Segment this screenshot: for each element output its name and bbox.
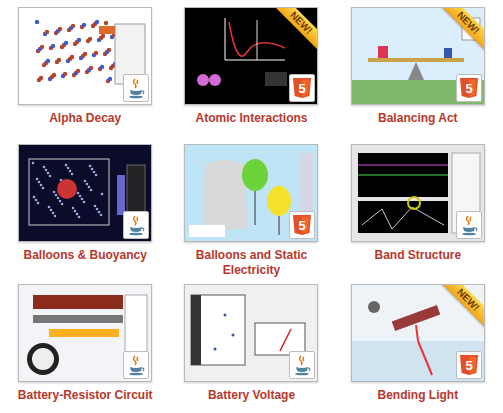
simulation-title[interactable]: Balancing Act [378, 111, 458, 126]
platform-badge: 5 [289, 74, 315, 102]
simulation-thumbnail[interactable] [18, 144, 152, 242]
java-icon [126, 214, 146, 236]
svg-text:5: 5 [299, 81, 306, 96]
svg-text:5: 5 [299, 218, 306, 233]
simulation-title[interactable]: Bending Light [377, 388, 458, 403]
platform-badge: 5 [456, 74, 482, 102]
simulation-title[interactable]: Band Structure [374, 248, 461, 263]
html5-icon: 5 [459, 354, 479, 376]
simulation-thumbnail[interactable]: NEW! 5 [351, 284, 485, 382]
simulation-card[interactable]: Balloons & Buoyancy [4, 144, 166, 278]
platform-badge [123, 351, 149, 379]
platform-badge [123, 211, 149, 239]
simulation-title[interactable]: Battery Voltage [208, 388, 295, 403]
simulation-thumbnail[interactable]: NEW! 5 [351, 7, 485, 105]
simulation-card[interactable]: NEW! 5 Balancing Act [337, 7, 499, 138]
simulation-card[interactable]: NEW! 5 Bending Light [337, 284, 499, 413]
simulation-card[interactable]: Battery Voltage [170, 284, 332, 413]
simulation-title[interactable]: Balloons and Static Electricity [180, 248, 322, 278]
java-icon [459, 214, 479, 236]
simulation-thumbnail[interactable] [18, 7, 152, 105]
svg-text:5: 5 [465, 358, 472, 373]
platform-badge [289, 351, 315, 379]
java-icon [292, 354, 312, 376]
simulation-title[interactable]: Balloons & Buoyancy [23, 248, 146, 263]
simulation-card[interactable]: 5 Balloons and Static Electricity [170, 144, 332, 278]
simulation-card[interactable]: Band Structure [337, 144, 499, 278]
html5-icon: 5 [292, 214, 312, 236]
java-icon [126, 77, 146, 99]
simulation-thumbnail[interactable] [184, 284, 318, 382]
java-icon [126, 354, 146, 376]
html5-icon: 5 [459, 77, 479, 99]
platform-badge [456, 211, 482, 239]
simulation-title[interactable]: Battery-Resistor Circuit [18, 388, 153, 403]
platform-badge: 5 [456, 351, 482, 379]
simulation-card[interactable]: Battery-Resistor Circuit [4, 284, 166, 413]
html5-icon: 5 [292, 77, 312, 99]
simulation-thumbnail[interactable]: NEW! 5 [184, 7, 318, 105]
simulation-thumbnail[interactable]: 5 [184, 144, 318, 242]
simulation-thumbnail[interactable] [18, 284, 152, 382]
platform-badge: 5 [289, 211, 315, 239]
svg-text:5: 5 [465, 81, 472, 96]
simulation-grid: Alpha Decay NEW! 5 Atomic Interactions N… [0, 0, 503, 413]
simulation-title[interactable]: Atomic Interactions [195, 111, 307, 126]
simulation-card[interactable]: Alpha Decay [4, 7, 166, 138]
simulation-card[interactable]: NEW! 5 Atomic Interactions [170, 7, 332, 138]
platform-badge [123, 74, 149, 102]
simulation-thumbnail[interactable] [351, 144, 485, 242]
simulation-title[interactable]: Alpha Decay [49, 111, 121, 126]
